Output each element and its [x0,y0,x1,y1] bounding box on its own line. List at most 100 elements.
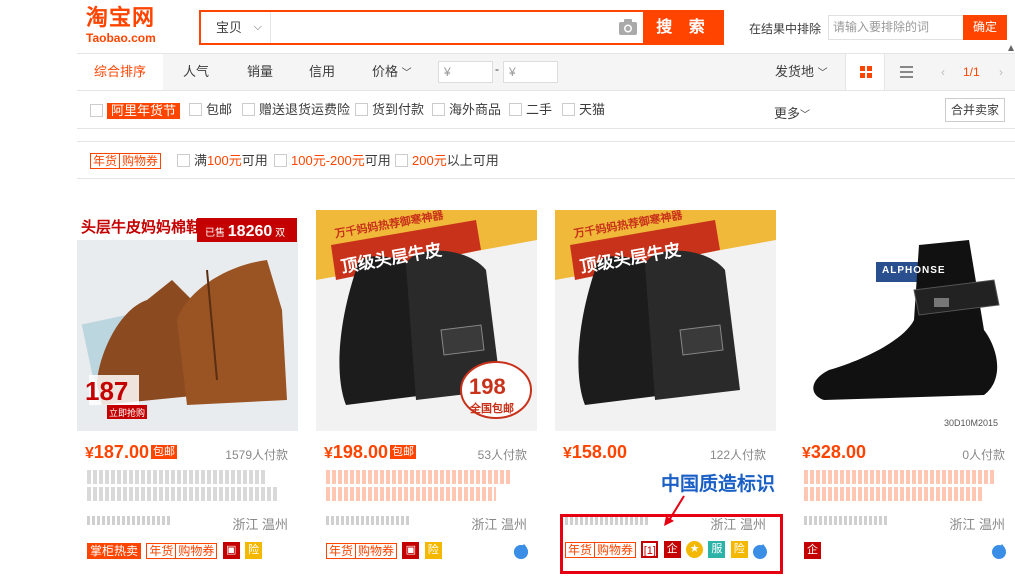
prev-page-icon[interactable]: ‹ [941,54,945,90]
filter-return-insurance[interactable]: 赠送退货运费险 [242,103,350,117]
chevron-down-icon: ﹀ [401,68,412,79]
filter-overseas[interactable]: 海外商品 [432,103,501,117]
insurance-icon[interactable]: 险 [424,542,442,559]
search-input[interactable] [275,14,605,41]
coupon-filter-100-200[interactable]: 100元-200元可用 [274,154,391,168]
shop-location: 浙江 温州 [471,517,527,532]
coupon-amount: 100元 [207,153,242,168]
sort-default[interactable]: 综合排序 [77,54,163,90]
medal-icon[interactable]: ▣ [222,542,240,559]
checkbox[interactable] [274,154,287,167]
image-sold-unit: 双 [275,228,286,239]
search-category-label: 宝贝 [216,20,243,35]
filter-label: 海外商品 [449,102,502,117]
product-title[interactable] [804,470,1004,504]
deal-count: 53人付款 [477,448,527,462]
checkbox[interactable] [242,103,255,116]
search-button[interactable]: 搜 索 [643,10,724,45]
image-price: 198 [469,374,506,399]
product-image[interactable]: 万千妈妈热荐御寒神器 顶级头层牛皮 198 全国包邮 [316,210,537,431]
camera-icon[interactable] [618,18,638,36]
deal-count: 0人付款 [962,448,1005,462]
chevron-down-icon: ﹀ [800,110,811,121]
search-category-select[interactable]: 宝贝 ⌵ [201,12,271,43]
filter-label: 阿里年货节 [107,103,181,119]
checkbox[interactable] [355,103,368,116]
checkbox[interactable] [562,103,575,116]
product-image[interactable]: ALPHONSE 30D10M2015 [794,210,1015,431]
more-filters-button[interactable]: 更多﹀ [774,103,810,122]
insurance-icon[interactable]: 险 [245,542,263,559]
product-card[interactable]: ALPHONSE 30D10M2015 ¥328.00 0人付款 浙江 温州 企 [794,210,1015,572]
image-price: 187 [85,376,129,406]
ship-from-dropdown[interactable]: 发货地 ﹀ [775,54,828,90]
checkbox[interactable] [90,104,103,117]
product-card[interactable]: 头层牛皮妈妈棉鞋 已售 18260 双 187 立即抢购 ¥187.00 包邮 1… [77,210,528,572]
medal-icon[interactable]: ▣ [402,542,420,559]
shop-name[interactable] [326,516,411,525]
chevron-down-icon: ⌵ [253,21,262,33]
price-min-input[interactable]: ¥ [438,61,493,83]
shop-location: 浙江 温州 [232,517,288,532]
title-line [87,487,277,501]
coupon-badge[interactable]: 年货 购物券 [146,542,218,559]
sort-popularity[interactable]: 人气 [183,54,209,90]
enterprise-icon[interactable]: 企 [804,542,821,559]
title-line [804,487,984,501]
taobao-logo[interactable]: 淘宝网 Taobao.com [86,7,176,47]
coupon-label: 可用 [241,153,268,168]
list-icon [900,66,913,78]
search-results-page: 淘宝网 Taobao.com 宝贝 ⌵ 搜 索 在结果中排除 请输入要排除的词 … [0,0,1015,578]
filter-tmall[interactable]: 天猫 [562,103,605,117]
deal-count: 122人付款 [709,448,766,462]
title-line [326,487,496,501]
currency-symbol: ¥ [802,445,811,462]
wangwang-chat-icon[interactable] [990,542,1008,560]
filter-free-shipping[interactable]: 包邮 [189,103,232,117]
product-title[interactable] [87,470,287,504]
product-image[interactable]: 头层牛皮妈妈棉鞋 已售 18260 双 187 立即抢购 [77,210,298,431]
product-title[interactable] [326,470,526,504]
filter-label: 包邮 [206,102,233,117]
checkbox[interactable] [177,154,190,167]
exclude-input[interactable]: 请输入要排除的词 [828,15,964,40]
filter-nianhuojie[interactable]: 阿里年货节 [90,103,181,119]
grid-view-button[interactable] [845,54,885,90]
list-view-button[interactable] [887,54,927,90]
product-icons: 掌柜热卖 年货 购物券 ▣ 险 [87,542,264,560]
checkbox[interactable] [395,154,408,167]
product-card[interactable]: 万千妈妈热荐御寒神器 顶级头层牛皮 198 全国包邮 ¥198.00 包邮 53人… [316,210,537,572]
product-price: ¥158.00 [563,442,627,463]
merge-sellers-button[interactable]: 合并卖家 [945,98,1005,122]
checkbox[interactable] [432,103,445,116]
price-max-input[interactable]: ¥ [503,61,558,83]
exclude-confirm-button[interactable]: 确定 [963,15,1007,40]
free-shipping-badge: 包邮 [389,445,416,459]
filter-cod[interactable]: 货到付款 [355,103,424,117]
more-label: 更多 [774,106,801,121]
page-number: 1/1 [963,65,980,79]
chevron-down-icon: ﹀ [817,68,828,79]
sort-bar: 综合排序 人气 销量 信用 价格 ﹀ ¥ - ¥ 发货地 ﹀ ‹ 1/1 › [77,53,1015,91]
exclude-label: 在结果中排除 [749,22,822,36]
price-value: 328.00 [810,442,866,462]
sort-sales[interactable]: 销量 [247,54,273,90]
checkbox[interactable] [189,103,202,116]
sort-price[interactable]: 价格 ﹀ [372,54,412,90]
coupon-filter-200[interactable]: 200元以上可用 [395,154,499,168]
wangwang-chat-icon[interactable] [512,542,530,560]
sort-credit[interactable]: 信用 [309,54,335,90]
sku-label: 30D10M2015 [944,418,999,428]
checkbox[interactable] [509,103,522,116]
shop-name[interactable] [804,516,889,525]
coupon-badge[interactable]: 年货 购物券 [326,542,398,559]
filter-secondhand[interactable]: 二手 [509,103,552,117]
zhanggui-rexiao-tag[interactable]: 掌柜热卖 [87,542,142,559]
coupon-badge: 年货 购物券 [90,153,162,169]
coupon-filter-100[interactable]: 满100元可用 [177,154,268,168]
coupon-amount: 200元 [412,153,447,168]
coupon-tag-gouwuquan: 购物券 [356,542,398,559]
shop-name[interactable] [87,516,172,525]
product-image[interactable]: 万千妈妈热荐御寒神器 顶级头层牛皮 [555,210,776,431]
next-page-icon[interactable]: › [999,54,1003,90]
